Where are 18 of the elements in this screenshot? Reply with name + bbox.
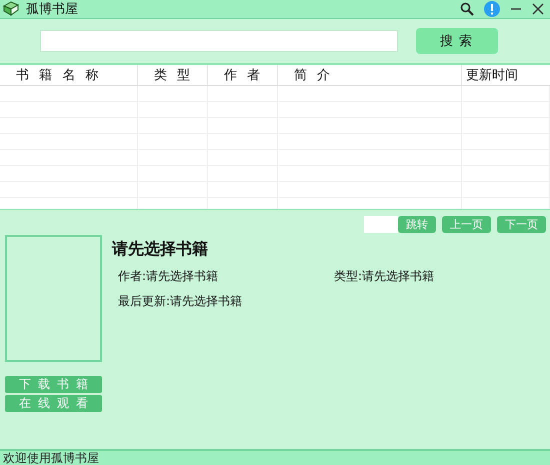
column-header: 更新时间 xyxy=(465,67,519,85)
info-icon[interactable] xyxy=(484,1,500,17)
author-label: 作者:请先选择书籍 xyxy=(118,268,220,285)
search-button[interactable]: 搜索 xyxy=(416,28,498,54)
type-label: 类型:请先选择书籍 xyxy=(334,268,434,285)
column-header: 类 型 xyxy=(138,65,208,85)
column-header: 简 介 xyxy=(278,65,462,85)
book-title: 请先选择书籍 xyxy=(112,239,209,260)
column-header: 作 者 xyxy=(208,65,278,85)
page-number-field[interactable] xyxy=(364,216,398,233)
close-icon[interactable] xyxy=(532,3,544,15)
book-icon xyxy=(2,1,20,17)
search-icon[interactable] xyxy=(460,2,474,16)
window-title: 孤博书屋 xyxy=(26,1,78,18)
updated-label: 最后更新:请先选择书籍 xyxy=(118,293,242,310)
status-bar: 欢迎使用孤博书屋 xyxy=(0,449,550,465)
column-header: 书 籍 名 称 xyxy=(0,65,138,85)
search-field[interactable] xyxy=(40,30,398,52)
